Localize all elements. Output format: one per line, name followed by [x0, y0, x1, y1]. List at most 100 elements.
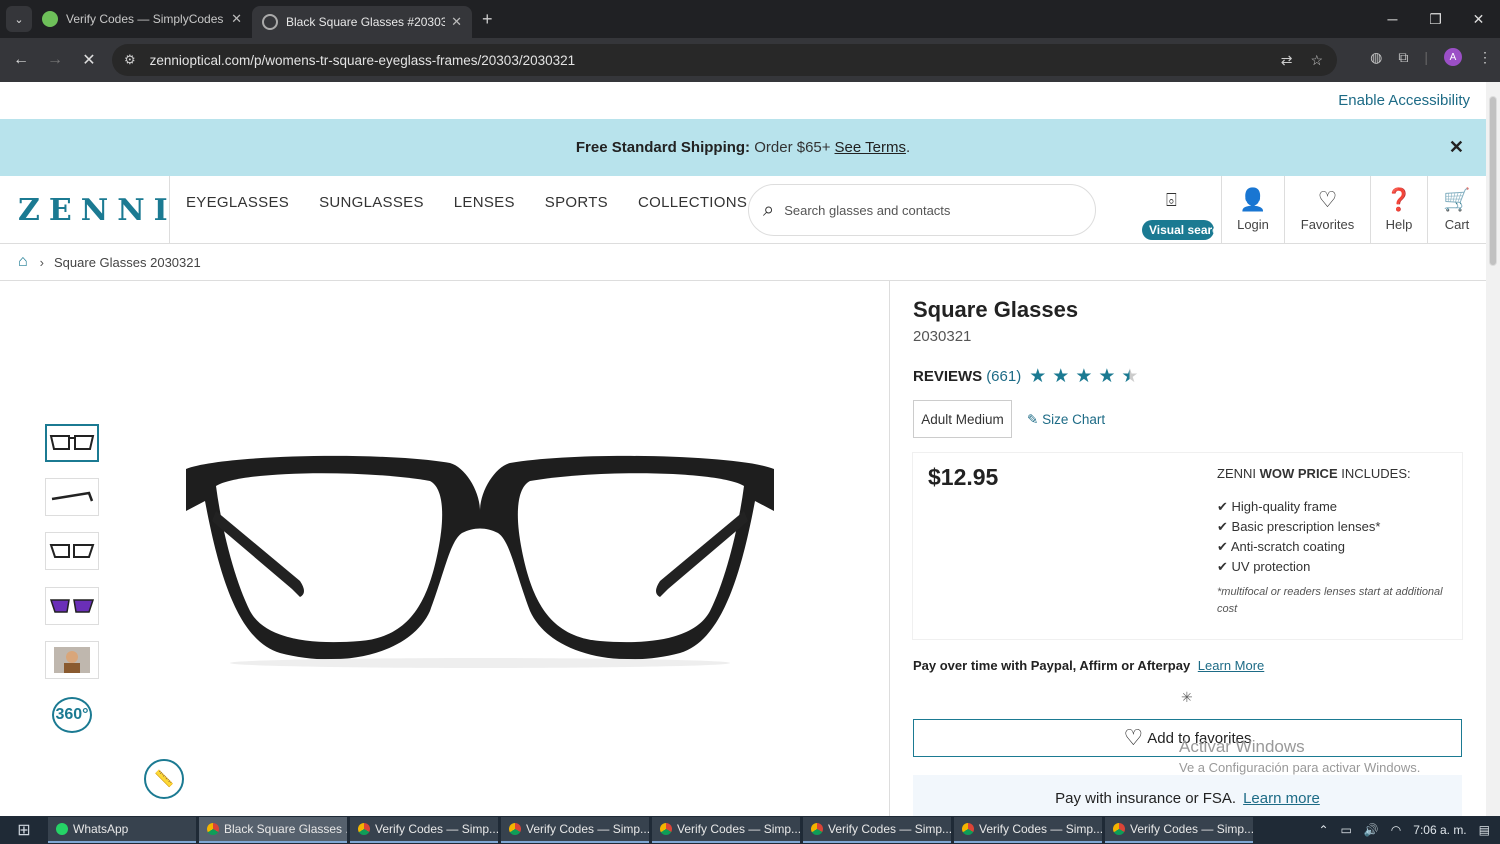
thumbnail-model[interactable] — [45, 641, 99, 679]
visual-search-button[interactable]: ⌻ Visual search — [1140, 184, 1220, 244]
extension-icon[interactable]: ◍ — [1370, 49, 1382, 66]
taskbar-chrome-verify[interactable]: Verify Codes — Simp... — [652, 817, 800, 843]
thumbnail-angle[interactable] — [45, 532, 99, 570]
insurance-learn-more-link[interactable]: Learn more — [1243, 790, 1320, 807]
scrollbar-thumb[interactable] — [1489, 96, 1497, 266]
insurance-banner: Pay with insurance or FSA. Learn more — [913, 775, 1462, 816]
menu-eyeglasses[interactable]: EYEGLASSES — [186, 194, 289, 243]
taskbar-chrome-verify[interactable]: Verify Codes — Simp... — [803, 817, 951, 843]
address-bar-row: ← → ✕ ⚙ zennioptical.com/p/womens-tr-squ… — [0, 38, 1500, 82]
login-button[interactable]: 👤 Login — [1221, 176, 1284, 243]
learn-more-link[interactable]: Learn More — [1198, 658, 1264, 673]
loading-spinner-icon: ✳ — [1181, 689, 1193, 705]
menu-sports[interactable]: SPORTS — [545, 194, 608, 243]
help-button[interactable]: ❓ Help — [1370, 176, 1427, 243]
taskbar-label: Verify Codes — Simp... — [1130, 822, 1253, 836]
feature-label: Anti-scratch coating — [1230, 539, 1345, 554]
chrome-icon — [1113, 823, 1125, 835]
close-tab-icon[interactable]: ✕ — [451, 14, 462, 30]
home-icon[interactable]: ⌂ — [18, 253, 28, 271]
rating-stars: ★ ★ ★ ★ ★ — [1029, 365, 1138, 388]
tab-verify-codes[interactable]: Verify Codes — SimplyCodes ✕ — [32, 0, 252, 38]
view-360-icon[interactable]: 360° — [52, 697, 92, 733]
reviews-count[interactable]: (661) — [986, 368, 1021, 385]
page-scrollbar[interactable] — [1486, 82, 1500, 816]
thumbnail-side[interactable] — [45, 478, 99, 516]
enable-accessibility-link[interactable]: Enable Accessibility — [1338, 92, 1470, 109]
taskbar-label: Verify Codes — Simp... — [375, 822, 498, 836]
wifi-icon[interactable]: ◠ — [1391, 823, 1401, 837]
notifications-icon[interactable]: ▤ — [1479, 823, 1490, 837]
favorites-button[interactable]: ♡ Favorites — [1284, 176, 1370, 243]
profile-avatar[interactable]: A — [1444, 48, 1462, 66]
restore-icon[interactable]: ❐ — [1414, 0, 1457, 38]
tab-search-button[interactable]: ⌄ — [6, 6, 32, 32]
whatsapp-icon — [56, 823, 68, 835]
taskbar-chrome-zenni[interactable]: Black Square Glasses ... — [199, 817, 347, 843]
site-header: ZENNI EYEGLASSES SUNGLASSES LENSES SPORT… — [0, 176, 1486, 244]
omnibox[interactable]: ⚙ zennioptical.com/p/womens-tr-square-ey… — [112, 44, 1337, 76]
network-icon[interactable]: ▭ — [1341, 823, 1352, 837]
breadcrumb: ⌂ › Square Glasses 2030321 — [0, 244, 1486, 281]
web-page: Enable Accessibility Free Standard Shipp… — [0, 82, 1486, 816]
search-box[interactable]: ⌕ Search glasses and contacts — [748, 184, 1096, 236]
menu-collections[interactable]: COLLECTIONS — [638, 194, 747, 243]
volume-icon[interactable]: 🔊 — [1364, 823, 1379, 837]
tab-black-square-glasses[interactable]: Black Square Glasses #2030321 ✕ — [252, 6, 472, 38]
taskbar-chrome-verify[interactable]: Verify Codes — Simp... — [1105, 817, 1253, 843]
taskbar-label: Black Square Glasses ... — [224, 822, 347, 836]
cart-button[interactable]: 🛒 Cart — [1427, 176, 1486, 243]
close-banner-icon[interactable]: ✕ — [1449, 137, 1464, 158]
product-glasses-image — [186, 455, 774, 668]
ruler-icon[interactable]: 📏 — [144, 759, 184, 799]
taskbar-chrome-verify[interactable]: Verify Codes — Simp... — [954, 817, 1102, 843]
size-chart-label: Size Chart — [1042, 412, 1106, 427]
chrome-icon — [811, 823, 823, 835]
feature-label: High-quality frame — [1231, 499, 1338, 514]
includes-prefix: ZENNI — [1217, 466, 1256, 481]
heart-icon: ♡ — [1123, 725, 1144, 750]
chevron-up-icon[interactable]: ⌃ — [1318, 823, 1328, 837]
back-icon[interactable]: ← — [4, 51, 38, 69]
tab-title: Black Square Glasses #2030321 — [286, 15, 446, 29]
url-text[interactable]: zennioptical.com/p/womens-tr-square-eyeg… — [150, 53, 575, 68]
size-selector[interactable]: Adult Medium — [913, 400, 1012, 438]
size-chart-link[interactable]: ✎ Size Chart — [1027, 412, 1105, 428]
product-gallery: 360° 📏 — [0, 281, 890, 816]
product-title: Square Glasses — [913, 297, 1079, 322]
breadcrumb-current: Square Glasses 2030321 — [54, 254, 201, 270]
forward-icon[interactable]: → — [38, 51, 72, 69]
feature-item: ✔ Anti-scratch coating — [1217, 539, 1345, 555]
site-info-icon[interactable]: ⚙ — [124, 52, 136, 68]
feature-label: UV protection — [1231, 559, 1311, 574]
extensions-puzzle-icon[interactable]: ⧉ — [1398, 49, 1408, 66]
loading-stop-icon[interactable]: ✕ — [72, 50, 106, 70]
search-input[interactable]: Search glasses and contacts — [784, 203, 950, 218]
zenni-logo[interactable]: ZENNI — [0, 176, 170, 244]
star-icon: ★ — [1029, 366, 1047, 387]
main-menu: EYEGLASSES SUNGLASSES LENSES SPORTS COLL… — [170, 176, 747, 243]
taskbar-whatsapp[interactable]: WhatsApp — [48, 817, 196, 843]
see-terms-link[interactable]: See Terms — [835, 139, 906, 156]
taskbar-chrome-verify[interactable]: Verify Codes — Simp... — [501, 817, 649, 843]
bookmark-star-icon[interactable]: ☆ — [1310, 52, 1323, 69]
star-icon: ★ — [1098, 366, 1116, 387]
reviews-summary[interactable]: REVIEWS (661) ★ ★ ★ ★ ★ — [913, 365, 1138, 388]
taskbar-label: WhatsApp — [73, 822, 129, 836]
translate-icon[interactable]: ⇄ — [1281, 52, 1293, 69]
new-tab-icon[interactable]: + — [482, 9, 493, 30]
close-window-icon[interactable]: ✕ — [1457, 0, 1500, 38]
taskbar-chrome-verify[interactable]: Verify Codes — Simp... — [350, 817, 498, 843]
half-star-icon: ★ — [1121, 366, 1139, 387]
help-label: Help — [1385, 217, 1413, 232]
start-icon[interactable]: ⊞ — [0, 820, 48, 840]
menu-sunglasses[interactable]: SUNGLASSES — [319, 194, 424, 243]
pay-over-time: Pay over time with Paypal, Affirm or Aft… — [913, 658, 1264, 673]
thumbnail-tinted[interactable] — [45, 587, 99, 625]
menu-lenses[interactable]: LENSES — [454, 194, 515, 243]
close-tab-icon[interactable]: ✕ — [231, 11, 242, 27]
clock[interactable]: 7:06 a. m. — [1413, 823, 1466, 837]
thumbnail-front[interactable] — [45, 424, 99, 462]
minimize-icon[interactable]: ─ — [1371, 0, 1414, 38]
browser-menu-icon[interactable]: ⋮ — [1478, 49, 1492, 66]
